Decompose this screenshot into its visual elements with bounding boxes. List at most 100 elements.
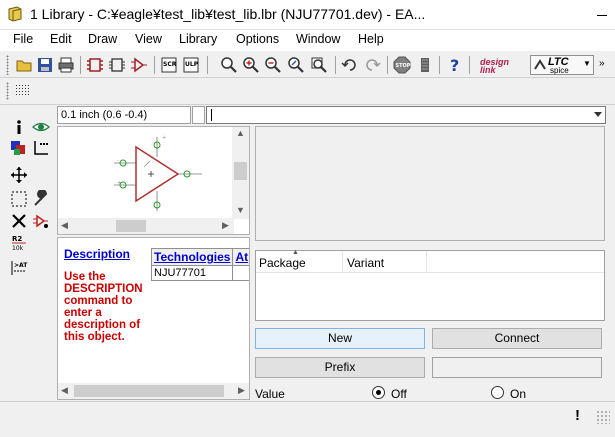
display-icon[interactable] (10, 139, 28, 157)
show-icon[interactable] (32, 118, 50, 136)
go-icon[interactable] (416, 56, 434, 74)
connect-button[interactable]: Connect (432, 328, 602, 349)
toolbar-separator (207, 56, 208, 74)
package-list-header: Package ▲ Variant (256, 249, 604, 273)
value-off-radio[interactable] (372, 386, 385, 399)
menu-window[interactable]: Window (296, 32, 340, 46)
designlink-logo: design link (480, 57, 510, 75)
smash-icon[interactable]: >AT (10, 259, 28, 277)
open-icon[interactable] (15, 56, 33, 74)
status-alert-icon[interactable]: ! (575, 407, 580, 424)
svg-text:?: ? (450, 56, 459, 74)
svg-text:STOP: STOP (396, 63, 411, 69)
scroll-thumb[interactable] (74, 385, 224, 397)
ltc-spice-button[interactable]: LTC spice ▼ (530, 55, 594, 75)
zoom-fit-icon[interactable] (220, 56, 238, 74)
svg-text:>AT: >AT (14, 262, 28, 269)
package-column-header[interactable]: Package (259, 256, 306, 270)
move-icon[interactable] (10, 166, 28, 184)
chevron-down-icon: ▼ (583, 59, 591, 68)
save-icon[interactable] (36, 56, 54, 74)
device-preview-pane[interactable]: - + + ▲ ▼ ◀ ▶ (57, 126, 250, 235)
name-icon[interactable]: R210k (10, 234, 28, 252)
menu-file[interactable]: File (13, 32, 33, 46)
add-icon[interactable] (32, 212, 50, 230)
value-on-radio[interactable] (491, 386, 504, 399)
ulp-icon[interactable]: ULP (182, 56, 200, 74)
title-bar: 1 Library - C:¥eagle¥test_lib¥test_lib.l… (0, 0, 615, 30)
scroll-up-icon[interactable]: ▲ (236, 128, 245, 138)
scroll-down-icon[interactable]: ▼ (236, 205, 245, 215)
toolbar-separator (439, 56, 440, 74)
package-icon[interactable] (86, 56, 104, 74)
toolbar-grip[interactable] (6, 82, 9, 100)
script-icon[interactable]: SCR (160, 56, 178, 74)
technology-cell: NJU77701 (150, 265, 234, 281)
eagle-app-icon (8, 6, 22, 22)
scroll-right-icon[interactable]: ▶ (222, 220, 229, 231)
description-horizontal-scrollbar[interactable]: ◀ ▶ (58, 383, 249, 399)
technologies-table: Technologies At NJU77701 (150, 248, 249, 281)
value-off-label[interactable]: Off (391, 387, 407, 401)
chevron-down-icon[interactable] (594, 112, 602, 117)
device-icon[interactable] (130, 56, 148, 74)
undo-icon[interactable] (341, 56, 359, 74)
menu-help[interactable]: Help (358, 32, 384, 46)
group-icon[interactable] (10, 190, 28, 208)
grid-icon[interactable] (14, 83, 32, 101)
grid-coordinate-display: 0.1 inch (0.6 -0.4) (57, 106, 191, 124)
zoom-out-icon[interactable] (264, 56, 282, 74)
symbol-icon[interactable] (108, 56, 126, 74)
variant-column-header[interactable]: Variant (347, 256, 384, 270)
toolbar-separator (154, 56, 155, 74)
layer-indicator[interactable] (192, 106, 205, 124)
new-button[interactable]: New (255, 328, 425, 349)
scroll-left-icon[interactable]: ◀ (61, 385, 68, 396)
sort-arrow-icon: ▲ (292, 249, 299, 256)
info-icon[interactable] (10, 118, 28, 136)
mark-icon[interactable] (32, 139, 50, 157)
scroll-left-icon[interactable]: ◀ (61, 220, 68, 231)
delete-icon[interactable] (10, 212, 28, 230)
menu-draw[interactable]: Draw (88, 32, 117, 46)
redo-icon[interactable] (363, 56, 381, 74)
minimize-button[interactable] (589, 0, 615, 30)
description-panel: Description Use the DESCRIPTION command … (57, 237, 250, 400)
scroll-thumb[interactable] (234, 162, 247, 180)
technologies-header[interactable]: Technologies (150, 248, 234, 266)
package-variant-list[interactable]: Package ▲ Variant (255, 249, 605, 321)
window-title: 1 Library - C:¥eagle¥test_lib¥test_lib.l… (30, 6, 426, 22)
stop-icon[interactable]: STOP (393, 56, 411, 74)
menu-view[interactable]: View (135, 32, 162, 46)
designlink-button[interactable]: design link (478, 55, 524, 75)
chevron-right-icon[interactable]: » (599, 58, 605, 69)
value-on-label[interactable]: On (510, 387, 526, 401)
svg-text:-: - (117, 158, 119, 164)
toolbar-grip[interactable] (6, 55, 9, 75)
zoom-select-icon[interactable] (310, 56, 328, 74)
status-bar: ! (0, 401, 615, 429)
menu-options[interactable]: Options (236, 32, 279, 46)
help-icon[interactable]: ? (445, 56, 463, 74)
column-divider[interactable] (342, 251, 343, 273)
description-link[interactable]: Description (64, 247, 130, 261)
scroll-right-icon[interactable]: ▶ (238, 385, 245, 396)
secondary-toolbar (0, 79, 615, 105)
change-icon[interactable] (32, 190, 50, 208)
svg-text:ULP: ULP (185, 61, 199, 68)
prefix-button[interactable]: Prefix (255, 357, 425, 378)
scroll-thumb[interactable] (116, 220, 146, 232)
resize-grip[interactable] (596, 410, 610, 424)
zoom-redraw-icon[interactable] (287, 56, 305, 74)
preview-vertical-scrollbar[interactable]: ▲ ▼ (232, 127, 249, 219)
preview-horizontal-scrollbar[interactable]: ◀ ▶ (58, 218, 234, 234)
menu-edit[interactable]: Edit (50, 32, 72, 46)
zoom-in-icon[interactable] (242, 56, 260, 74)
gate-area[interactable] (255, 126, 605, 241)
print-icon[interactable] (57, 56, 75, 74)
column-divider[interactable] (426, 251, 427, 273)
menu-library[interactable]: Library (179, 32, 217, 46)
command-line-input[interactable] (206, 106, 606, 124)
attributes-header[interactable]: At (232, 248, 249, 266)
table-row[interactable]: NJU77701 (150, 265, 249, 281)
